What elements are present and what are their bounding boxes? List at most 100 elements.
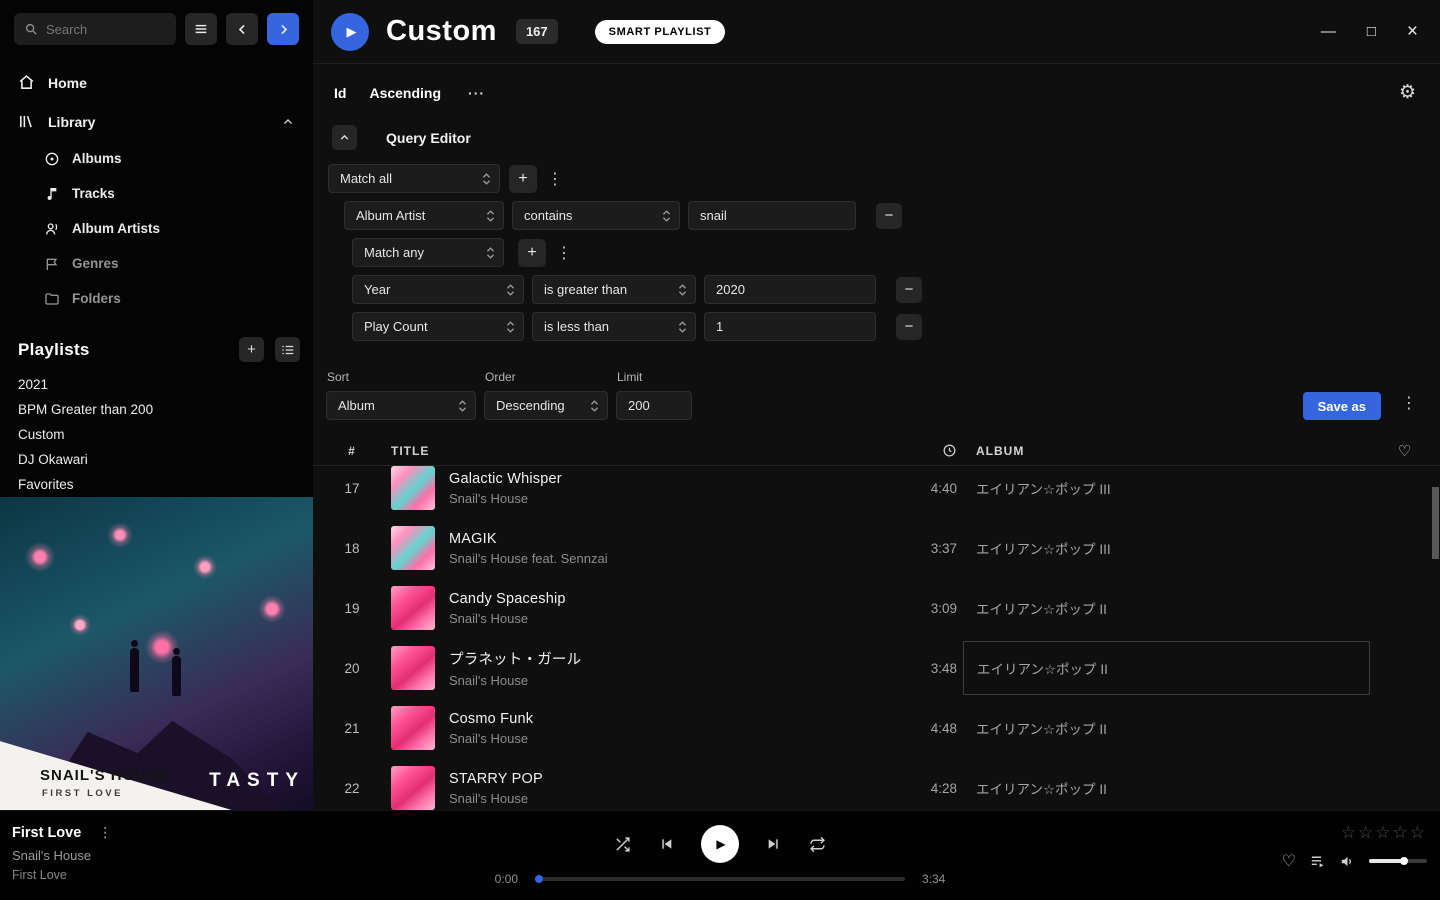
track-album[interactable]: エイリアン☆ポップ II xyxy=(963,778,1370,798)
volume-button[interactable] xyxy=(1339,853,1356,870)
track-album[interactable]: エイリアン☆ポップ II xyxy=(963,598,1370,618)
sidebar-item-genres[interactable]: Genres xyxy=(0,246,313,281)
track-list: 17 Galactic Whisper Snail's House 4:40 エ… xyxy=(313,466,1440,810)
favorite-button[interactable]: ♡ xyxy=(1282,851,1296,871)
header-number[interactable]: # xyxy=(313,444,391,458)
rule-operator-select[interactable]: is less than xyxy=(532,312,696,341)
search-input[interactable] xyxy=(46,22,166,37)
remove-rule-button[interactable]: − xyxy=(896,277,922,303)
rule-field-select[interactable]: Play Count xyxy=(352,312,524,341)
sidebar-item-folders[interactable]: Folders xyxy=(0,281,313,316)
rule-value-input[interactable] xyxy=(688,201,856,230)
remove-rule-button[interactable]: − xyxy=(896,314,922,340)
star-icon[interactable]: ☆ xyxy=(1375,823,1392,843)
favorite-column-header[interactable]: ♡ xyxy=(1370,442,1440,460)
search-box[interactable] xyxy=(14,13,176,45)
close-button[interactable]: × xyxy=(1407,21,1418,43)
maximize-button[interactable]: □ xyxy=(1367,23,1376,40)
sidebar-item-tracks[interactable]: Tracks xyxy=(0,176,313,211)
minimize-button[interactable]: — xyxy=(1321,23,1336,40)
collapse-query-editor-button[interactable] xyxy=(332,125,357,150)
play-playlist-button[interactable]: ▶ xyxy=(331,13,369,51)
seek-bar[interactable] xyxy=(535,877,905,881)
shuffle-button[interactable] xyxy=(614,836,631,853)
seek-handle[interactable] xyxy=(535,875,543,883)
sort-direction-button[interactable]: Ascending xyxy=(369,85,441,101)
repeat-button[interactable] xyxy=(809,836,826,853)
limit-input[interactable] xyxy=(616,391,692,420)
now-playing-album-art[interactable]: SNAIL'S HOUSE FIRST LOVE TASTY xyxy=(0,497,313,810)
updown-icon xyxy=(678,283,687,297)
track-album[interactable]: エイリアン☆ポップ III xyxy=(963,478,1370,498)
rule-operator-select[interactable]: is greater than xyxy=(532,275,696,304)
scrollbar-thumb[interactable] xyxy=(1432,487,1439,559)
track-row[interactable]: 21 Cosmo Funk Snail's House 4:48 エイリアン☆ポ… xyxy=(313,698,1440,758)
next-button[interactable] xyxy=(766,836,782,852)
player-right-controls: ☆ ☆ ☆ ☆ ☆ ♡ xyxy=(1282,823,1427,871)
playlist-item[interactable]: DJ Okawari xyxy=(0,447,313,472)
track-row[interactable]: 17 Galactic Whisper Snail's House 4:40 エ… xyxy=(313,466,1440,518)
star-icon[interactable]: ☆ xyxy=(1358,823,1375,843)
match-all-select[interactable]: Match all xyxy=(328,164,500,193)
rule-field-select[interactable]: Year xyxy=(352,275,524,304)
track-row[interactable]: 19 Candy Spaceship Snail's House 3:09 エイ… xyxy=(313,578,1440,638)
playlist-item[interactable]: Favorites xyxy=(0,472,313,497)
playlist-list-button[interactable] xyxy=(275,337,300,362)
rule-value-input[interactable] xyxy=(704,312,876,341)
add-rule-button[interactable]: + xyxy=(509,165,537,193)
order-select[interactable]: Descending xyxy=(484,391,608,420)
track-album-focused[interactable]: エイリアン☆ポップ II xyxy=(963,641,1370,695)
home-label: Home xyxy=(48,75,87,91)
chevron-up-icon[interactable] xyxy=(281,115,295,129)
track-number: 19 xyxy=(313,601,391,616)
more-options-button[interactable]: ··· xyxy=(468,85,485,101)
add-rule-button[interactable]: + xyxy=(518,239,546,267)
previous-button[interactable] xyxy=(658,836,674,852)
play-pause-button[interactable]: ▶ xyxy=(701,825,739,863)
star-icon[interactable]: ☆ xyxy=(1393,823,1410,843)
track-artist: Snail's House xyxy=(449,791,543,806)
sidebar-item-album-artists[interactable]: Album Artists xyxy=(0,211,313,246)
remove-rule-button[interactable]: − xyxy=(876,203,902,229)
sidebar-item-library[interactable]: Library xyxy=(0,102,313,141)
match-any-select[interactable]: Match any xyxy=(352,238,504,267)
rule-operator-select[interactable]: contains xyxy=(512,201,680,230)
header-album[interactable]: ALBUM xyxy=(963,444,1370,458)
star-icon[interactable]: ☆ xyxy=(1341,823,1358,843)
rule-field-select[interactable]: Album Artist xyxy=(344,201,504,230)
volume-slider[interactable] xyxy=(1369,859,1427,863)
sidebar-nav: Home Library Albums xyxy=(0,55,313,316)
playlist-item[interactable]: BPM Greater than 200 xyxy=(0,397,313,422)
save-as-button[interactable]: Save as xyxy=(1303,392,1381,420)
playlist-item[interactable]: Custom xyxy=(0,422,313,447)
header-title[interactable]: TITLE xyxy=(391,444,891,458)
nav-back-button[interactable] xyxy=(226,13,258,45)
volume-handle[interactable] xyxy=(1400,857,1408,865)
settings-button[interactable]: ⚙ xyxy=(1399,81,1416,104)
star-icon[interactable]: ☆ xyxy=(1410,823,1427,843)
query-editor-header: Query Editor xyxy=(332,125,1440,150)
track-album[interactable]: エイリアン☆ポップ II xyxy=(963,718,1370,738)
sort-field-button[interactable]: Id xyxy=(334,85,346,101)
now-playing-menu-button[interactable]: ⋮ xyxy=(98,824,112,841)
track-album[interactable]: エイリアン☆ポップ III xyxy=(963,538,1370,558)
group-menu-button[interactable]: ⋮ xyxy=(555,243,573,263)
nav-forward-button[interactable] xyxy=(267,13,299,45)
track-row[interactable]: 22 STARRY POP Snail's House 4:28 エイリアン☆ポ… xyxy=(313,758,1440,810)
sidebar-item-albums[interactable]: Albums xyxy=(0,141,313,176)
track-row[interactable]: 18 MAGIK Snail's House feat. Sennzai 3:3… xyxy=(313,518,1440,578)
track-table-header: # TITLE ALBUM ♡ xyxy=(313,436,1440,466)
track-artist: Snail's House xyxy=(449,611,566,626)
save-menu-button[interactable]: ⋮ xyxy=(1400,393,1418,413)
menu-button[interactable] xyxy=(185,13,217,45)
duration-column-header[interactable] xyxy=(891,443,963,458)
track-row[interactable]: 20 プラネット・ガール Snail's House 3:48 エイリアン☆ポッ… xyxy=(313,638,1440,698)
sidebar-item-home[interactable]: Home xyxy=(0,63,313,102)
sort-select[interactable]: Album xyxy=(326,391,476,420)
group-menu-button[interactable]: ⋮ xyxy=(546,169,564,189)
cover-title-text: FIRST LOVE xyxy=(42,788,123,799)
playlist-item[interactable]: 2021 xyxy=(0,372,313,397)
add-playlist-button[interactable]: + xyxy=(239,337,264,362)
rule-value-input[interactable] xyxy=(704,275,876,304)
queue-button[interactable] xyxy=(1309,853,1326,870)
